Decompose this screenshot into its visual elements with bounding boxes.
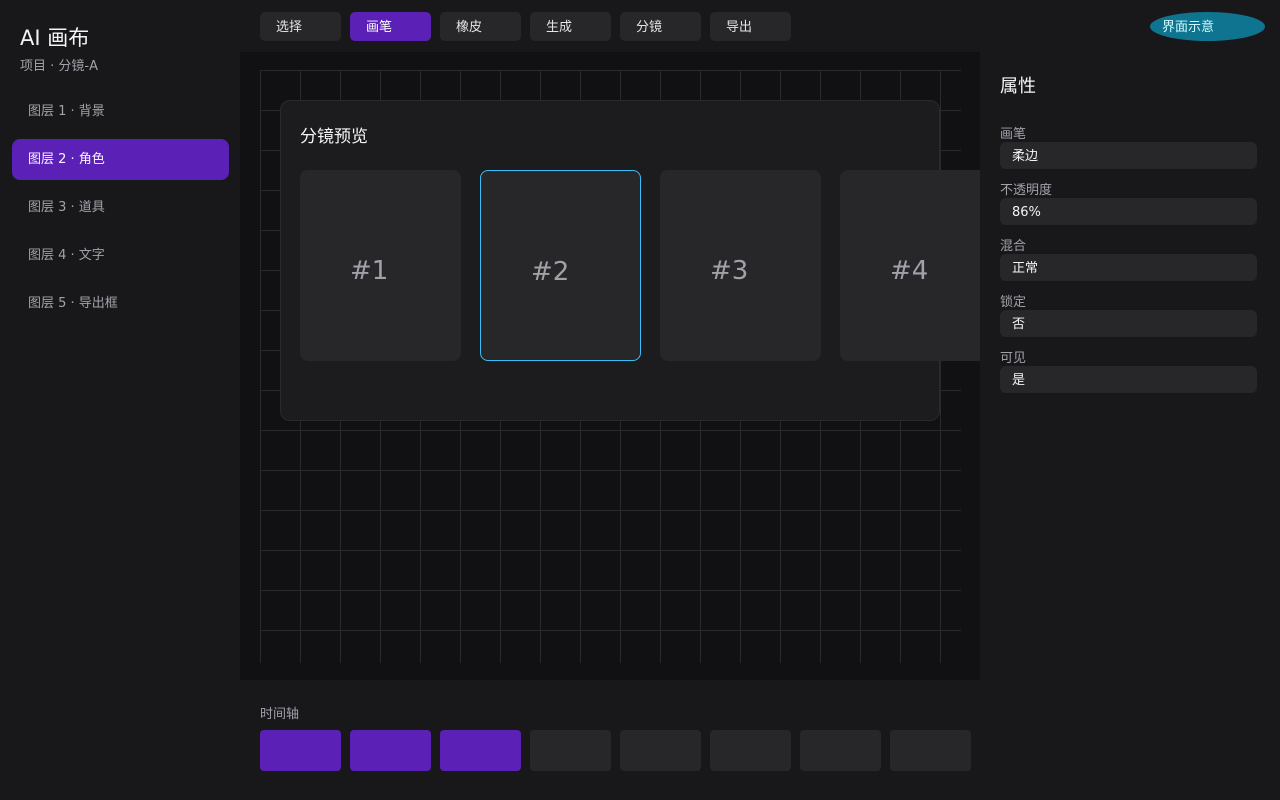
tool-button[interactable]: 画笔 [350, 12, 431, 41]
storyboard-frame[interactable]: #1 [300, 170, 461, 361]
tool-button[interactable]: 橡皮 [440, 12, 521, 41]
layer-item[interactable]: 图层 3 · 道具 [12, 187, 229, 228]
timeline-frame-empty[interactable] [890, 730, 971, 771]
timeline-frame-filled[interactable] [350, 730, 431, 771]
layer-item[interactable]: 图层 4 · 文字 [12, 235, 229, 276]
storyboard-frame[interactable]: #3 [660, 170, 821, 361]
tool-button[interactable]: 导出 [710, 12, 791, 41]
frame-number: #3 [710, 256, 749, 286]
property-field[interactable]: 柔边 [1000, 142, 1257, 169]
property-label: 混合 [1000, 239, 1027, 254]
storyboard-frame-strip: #1 #2 #3 #4 [300, 170, 980, 362]
property-label: 画笔 [1000, 127, 1027, 142]
timeline-frame-empty[interactable] [710, 730, 791, 771]
layer-item[interactable]: 图层 2 · 角色 [12, 139, 229, 180]
timeline-frame-empty[interactable] [620, 730, 701, 771]
property-label: 锁定 [1000, 295, 1027, 310]
timeline-label: 时间轴 [260, 707, 300, 722]
app-title: AI 画布 [20, 26, 90, 50]
timeline-frame-filled[interactable] [260, 730, 341, 771]
storyboard-title: 分镜预览 [300, 127, 368, 147]
layers-sidebar: AI 画布 项目 · 分镜-A 图层 1 · 背景 图层 2 · 角色 图层 3 ·… [0, 0, 240, 800]
property-field[interactable]: 正常 [1000, 254, 1257, 281]
property-field[interactable]: 是 [1000, 366, 1257, 393]
tool-button[interactable]: 选择 [260, 12, 341, 41]
property-field[interactable]: 否 [1000, 310, 1257, 337]
timeline-frame-empty[interactable] [530, 730, 611, 771]
tool-button[interactable]: 生成 [530, 12, 611, 41]
timeline-frame-empty[interactable] [800, 730, 881, 771]
storyboard-frame[interactable]: #4 [840, 170, 980, 361]
demo-badge: 界面示意 [1150, 12, 1265, 41]
storyboard-frame[interactable]: #2 [480, 170, 641, 361]
property-field[interactable]: 86% [1000, 198, 1257, 225]
property-label: 可见 [1000, 351, 1027, 366]
frame-number: #2 [531, 257, 570, 287]
property-label: 不透明度 [1000, 183, 1053, 198]
properties-title: 属性 [1000, 76, 1036, 97]
layer-item[interactable]: 图层 1 · 背景 [12, 91, 229, 132]
layer-item[interactable]: 图层 5 · 导出框 [12, 283, 229, 324]
project-subtitle: 项目 · 分镜-A [20, 59, 98, 74]
timeline-frame-filled[interactable] [440, 730, 521, 771]
frame-number: #4 [890, 256, 929, 286]
frame-number: #1 [350, 256, 389, 286]
tool-button[interactable]: 分镜 [620, 12, 701, 41]
